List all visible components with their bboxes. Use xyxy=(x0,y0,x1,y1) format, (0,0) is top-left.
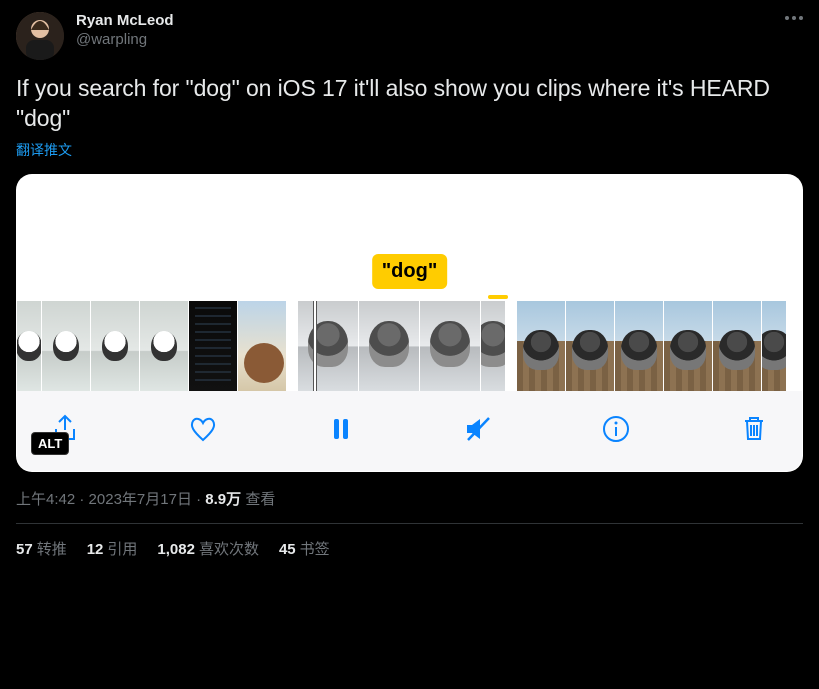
translate-link[interactable]: 翻译推文 xyxy=(16,140,803,160)
handle[interactable]: @warpling xyxy=(76,31,174,50)
caption-chip: "dog" xyxy=(372,254,448,289)
clip-thumbnail[interactable] xyxy=(615,301,663,391)
tweet-date[interactable]: 2023年7月17日 xyxy=(89,491,192,508)
clip-thumbnail[interactable] xyxy=(713,301,761,391)
bookmarks[interactable]: 45书签 xyxy=(279,538,330,559)
clip-thumbnail[interactable] xyxy=(762,301,786,391)
mute-icon[interactable] xyxy=(460,411,496,447)
display-name[interactable]: Ryan McLeod xyxy=(76,12,174,31)
clip-thumbnail[interactable] xyxy=(566,301,614,391)
video-timeline-row xyxy=(17,301,802,391)
tweet-stats: 57转推 12引用 1,082喜欢次数 45书签 xyxy=(16,524,803,569)
clip-thumbnail[interactable] xyxy=(481,301,505,391)
views-count: 8.9万 xyxy=(205,491,241,508)
info-icon[interactable] xyxy=(598,411,634,447)
pause-icon[interactable] xyxy=(323,411,359,447)
clip-thumbnail[interactable] xyxy=(17,301,41,391)
avatar[interactable] xyxy=(16,12,64,60)
more-icon[interactable] xyxy=(785,12,803,20)
clip-thumbnail[interactable] xyxy=(420,301,480,391)
tweet-time[interactable]: 上午4:42 xyxy=(16,491,75,508)
author-names: Ryan McLeod @warpling xyxy=(76,12,174,50)
clip-thumbnail[interactable] xyxy=(238,301,286,391)
clip-thumbnail[interactable] xyxy=(298,301,358,391)
tweet-text: If you search for "dog" on iOS 17 it'll … xyxy=(16,74,803,134)
quotes[interactable]: 12引用 xyxy=(87,538,138,559)
media-card[interactable]: "dog" xyxy=(16,174,803,472)
alt-badge[interactable]: ALT xyxy=(31,432,69,455)
likes[interactable]: 1,082喜欢次数 xyxy=(157,538,259,559)
clip-group-1[interactable] xyxy=(17,301,286,391)
clip-thumbnail[interactable] xyxy=(359,301,419,391)
clip-thumbnail[interactable] xyxy=(517,301,565,391)
clip-group-2[interactable] xyxy=(298,301,505,391)
clip-thumbnail[interactable] xyxy=(189,301,237,391)
clip-group-3[interactable] xyxy=(517,301,786,391)
playhead-marker[interactable] xyxy=(313,301,317,391)
tweet-header: Ryan McLeod @warpling xyxy=(16,12,803,60)
retweets[interactable]: 57转推 xyxy=(16,538,67,559)
heart-icon[interactable] xyxy=(185,411,221,447)
media-toolbar xyxy=(17,391,802,471)
clip-thumbnail[interactable] xyxy=(664,301,712,391)
media-whitespace: "dog" xyxy=(17,175,802,301)
timeline-marker xyxy=(488,295,508,299)
tweet-meta: 上午4:42 · 2023年7月17日 · 8.9万 查看 xyxy=(16,488,803,509)
trash-icon[interactable] xyxy=(736,411,772,447)
clip-thumbnail[interactable] xyxy=(140,301,188,391)
clip-thumbnail[interactable] xyxy=(91,301,139,391)
clip-thumbnail[interactable] xyxy=(42,301,90,391)
tweet-container: Ryan McLeod @warpling If you search for … xyxy=(0,0,819,569)
views-label: 查看 xyxy=(245,491,275,508)
